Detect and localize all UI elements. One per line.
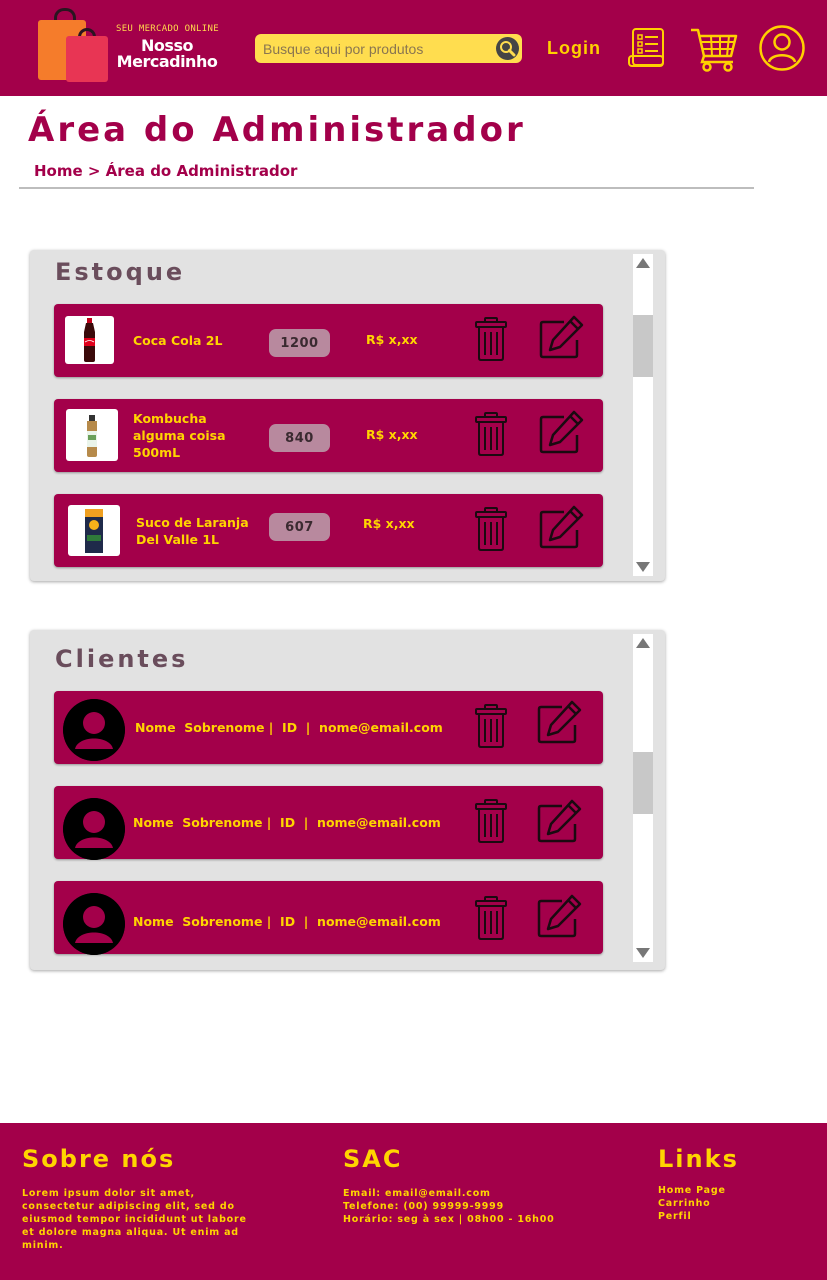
product-price: R$ x,xx bbox=[366, 427, 418, 442]
trash-icon[interactable] bbox=[474, 506, 508, 552]
kombucha-bottle-icon bbox=[87, 415, 97, 457]
cart-icon[interactable] bbox=[689, 24, 739, 72]
scroll-up-arrow-icon[interactable] bbox=[636, 638, 650, 648]
product-name: Coca Cola 2L bbox=[133, 333, 223, 348]
footer-link-perfil[interactable]: Perfil bbox=[658, 1210, 798, 1223]
edit-icon[interactable] bbox=[536, 798, 584, 846]
header: SEU MERCADO ONLINE Nosso Mercadinho Logi… bbox=[0, 0, 827, 96]
logo[interactable]: SEU MERCADO ONLINE Nosso Mercadinho bbox=[36, 6, 226, 86]
footer: Sobre nós Lorem ipsum dolor sit amet, co… bbox=[0, 1123, 827, 1280]
scroll-down-arrow-icon[interactable] bbox=[636, 562, 650, 572]
trash-icon[interactable] bbox=[474, 411, 508, 457]
page-title: Área do Administrador bbox=[28, 110, 526, 150]
estoque-panel: Estoque Coca Cola 2L 1200 R$ x,xx Kombuc… bbox=[30, 250, 665, 581]
logo-subtitle: SEU MERCADO ONLINE bbox=[116, 24, 219, 34]
orders-icon[interactable] bbox=[626, 26, 670, 70]
client-info: Nome Sobrenome | ID | nome@email.com bbox=[133, 815, 441, 830]
coca-cola-bottle-icon bbox=[84, 318, 95, 362]
client-row: Nome Sobrenome | ID | nome@email.com bbox=[54, 786, 603, 860]
quantity-badge: 840 bbox=[269, 424, 330, 452]
trash-icon[interactable] bbox=[474, 895, 508, 941]
avatar-icon bbox=[63, 699, 125, 761]
clientes-panel: Clientes Nome Sobrenome | ID | nome@emai… bbox=[30, 630, 665, 970]
edit-icon[interactable] bbox=[536, 699, 584, 747]
login-link[interactable]: Login bbox=[547, 38, 601, 59]
estoque-title: Estoque bbox=[55, 258, 186, 286]
product-row: Kombucha alguma coisa 500mL 840 R$ x,xx bbox=[54, 399, 603, 472]
product-row: Suco de Laranja Del Valle 1L 607 R$ x,xx bbox=[54, 494, 603, 567]
estoque-scrollbar[interactable] bbox=[633, 254, 653, 576]
client-row: Nome Sobrenome | ID | nome@email.com bbox=[54, 881, 603, 955]
breadcrumb[interactable]: Home > Área do Administrador bbox=[34, 162, 297, 180]
quantity-badge: 607 bbox=[269, 513, 330, 541]
product-name: Kombucha alguma coisa 500mL bbox=[133, 411, 226, 460]
shopping-bag-icon bbox=[66, 36, 108, 82]
trash-icon[interactable] bbox=[474, 703, 508, 749]
trash-icon[interactable] bbox=[474, 316, 508, 362]
client-info: Nome Sobrenome | ID | nome@email.com bbox=[135, 720, 443, 735]
product-price: R$ x,xx bbox=[366, 332, 418, 347]
divider bbox=[19, 187, 754, 189]
links-title: Links bbox=[658, 1145, 739, 1173]
footer-link-home[interactable]: Home Page bbox=[658, 1184, 798, 1197]
clientes-scrollbar[interactable] bbox=[633, 634, 653, 962]
client-row: Nome Sobrenome | ID | nome@email.com bbox=[54, 691, 603, 764]
search-bar bbox=[255, 34, 522, 63]
footer-links: Home Page Carrinho Perfil bbox=[658, 1184, 798, 1223]
client-info: Nome Sobrenome | ID | nome@email.com bbox=[133, 914, 441, 929]
sac-email: Email: email@email.com bbox=[343, 1188, 491, 1199]
scroll-thumb[interactable] bbox=[633, 752, 653, 814]
scroll-up-arrow-icon[interactable] bbox=[636, 258, 650, 268]
sac-title: SAC bbox=[343, 1145, 403, 1173]
edit-icon[interactable] bbox=[538, 314, 586, 362]
sac-info: Email: email@email.com Telefone: (00) 99… bbox=[343, 1187, 603, 1226]
edit-icon[interactable] bbox=[538, 504, 586, 552]
search-icon bbox=[500, 41, 516, 57]
product-image bbox=[68, 505, 120, 556]
about-text: Lorem ipsum dolor sit amet, consectetur … bbox=[22, 1188, 247, 1251]
juice-carton-icon bbox=[85, 509, 103, 553]
scroll-down-arrow-icon[interactable] bbox=[636, 948, 650, 958]
trash-icon[interactable] bbox=[474, 798, 508, 844]
edit-icon[interactable] bbox=[538, 409, 586, 457]
footer-link-carrinho[interactable]: Carrinho bbox=[658, 1197, 798, 1210]
sac-phone: Telefone: (00) 99999-9999 bbox=[343, 1201, 504, 1212]
product-price: R$ x,xx bbox=[363, 516, 415, 531]
avatar-icon bbox=[63, 893, 125, 955]
product-row: Coca Cola 2L 1200 R$ x,xx bbox=[54, 304, 603, 377]
clientes-title: Clientes bbox=[55, 645, 189, 673]
search-button[interactable] bbox=[496, 37, 519, 60]
edit-icon[interactable] bbox=[536, 893, 584, 941]
logo-name: Nosso Mercadinho bbox=[116, 36, 218, 71]
user-icon[interactable] bbox=[758, 24, 806, 72]
product-image bbox=[66, 409, 118, 461]
product-name: Suco de Laranja Del Valle 1L bbox=[136, 514, 249, 547]
search-input[interactable] bbox=[255, 34, 491, 63]
sac-hours: Horário: seg à sex | 08h00 - 16h00 bbox=[343, 1214, 555, 1225]
product-image bbox=[65, 316, 114, 364]
avatar-icon bbox=[63, 798, 125, 860]
scroll-thumb[interactable] bbox=[633, 315, 653, 377]
about-title: Sobre nós bbox=[22, 1145, 176, 1173]
quantity-badge: 1200 bbox=[269, 329, 330, 357]
